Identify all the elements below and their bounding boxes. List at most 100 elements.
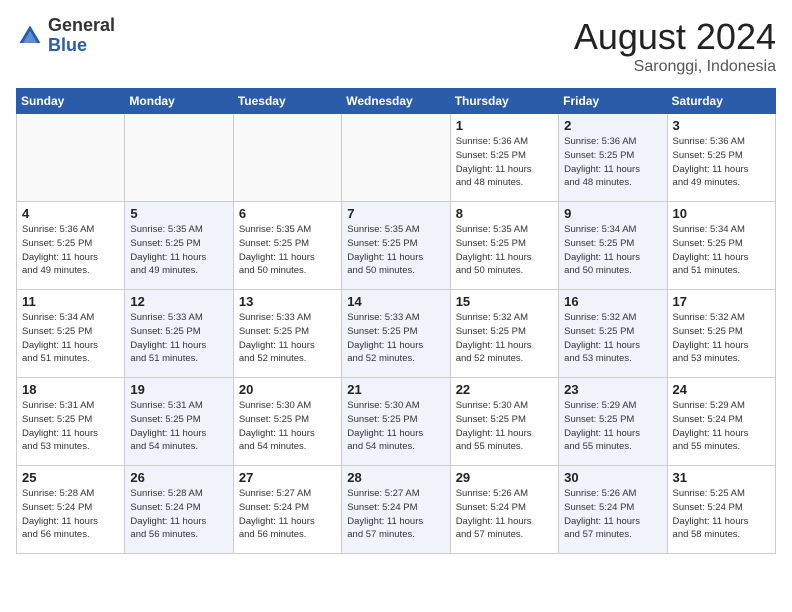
day-info: Sunrise: 5:34 AM Sunset: 5:25 PM Dayligh… <box>673 223 770 278</box>
day-header-thursday: Thursday <box>450 89 558 114</box>
calendar-cell: 6Sunrise: 5:35 AM Sunset: 5:25 PM Daylig… <box>233 202 341 290</box>
day-number: 12 <box>130 294 227 309</box>
calendar-cell: 8 Sunrise: 5:35 AM Sunset: 5:25 PM Daylig… <box>450 202 558 290</box>
day-number: 8 <box>456 206 553 221</box>
day-number: 25 <box>22 470 119 485</box>
day-number: 19 <box>130 382 227 397</box>
day-number: 20 <box>239 382 336 397</box>
calendar-cell <box>233 114 341 202</box>
day-info: Sunrise: 5:35 AM Sunset: 5:25 PM Dayligh… <box>456 223 553 278</box>
day-info: Sunrise: 5:30 AM Sunset: 5:25 PM Dayligh… <box>239 399 336 454</box>
day-number: 24 <box>673 382 770 397</box>
day-info: Sunrise: 5:26 AM Sunset: 5:24 PM Dayligh… <box>564 487 661 542</box>
day-header-saturday: Saturday <box>667 89 775 114</box>
day-info: Sunrise: 5:34 AM Sunset: 5:25 PM Dayligh… <box>564 223 661 278</box>
day-info: Sunrise: 5:36 AM Sunset: 5:25 PM Dayligh… <box>22 223 119 278</box>
day-number: 23 <box>564 382 661 397</box>
day-info: Sunrise: 5:29 AM Sunset: 5:25 PM Dayligh… <box>564 399 661 454</box>
calendar-week-5: 25 Sunrise: 5:28 AM Sunset: 5:24 PM Dayli… <box>17 466 776 554</box>
day-number: 18 <box>22 382 119 397</box>
day-number: 31 <box>673 470 770 485</box>
calendar-cell: 11 Sunrise: 5:34 AM Sunset: 5:25 PM Dayli… <box>17 290 125 378</box>
logo: General Blue <box>16 16 115 56</box>
logo-blue: Blue <box>48 36 115 56</box>
calendar-cell: 30 Sunrise: 5:26 AM Sunset: 5:24 PM Dayli… <box>559 466 667 554</box>
day-header-wednesday: Wednesday <box>342 89 450 114</box>
day-number: 11 <box>22 294 119 309</box>
calendar-cell: 28 Sunrise: 5:27 AM Sunset: 5:24 PM Dayli… <box>342 466 450 554</box>
day-number: 10 <box>673 206 770 221</box>
day-info: Sunrise: 5:31 AM Sunset: 5:25 PM Dayligh… <box>130 399 227 454</box>
calendar-cell: 25 Sunrise: 5:28 AM Sunset: 5:24 PM Dayli… <box>17 466 125 554</box>
calendar-cell: 19 Sunrise: 5:31 AM Sunset: 5:25 PM Dayli… <box>125 378 233 466</box>
day-number: 26 <box>130 470 227 485</box>
calendar-week-3: 11 Sunrise: 5:34 AM Sunset: 5:25 PM Dayli… <box>17 290 776 378</box>
day-info: Sunrise: 5:32 AM Sunset: 5:25 PM Dayligh… <box>564 311 661 366</box>
day-info: Sunrise: 5:28 AM Sunset: 5:24 PM Dayligh… <box>22 487 119 542</box>
day-info: Sunrise: 5:29 AM Sunset: 5:24 PM Dayligh… <box>673 399 770 454</box>
calendar-cell: 21Sunrise: 5:30 AM Sunset: 5:25 PM Dayli… <box>342 378 450 466</box>
calendar-cell: 2 Sunrise: 5:36 AM Sunset: 5:25 PM Daylig… <box>559 114 667 202</box>
title-month: August 2024 <box>574 16 776 58</box>
day-info: Sunrise: 5:33 AM Sunset: 5:25 PM Dayligh… <box>347 311 444 366</box>
day-info: Sunrise: 5:32 AM Sunset: 5:25 PM Dayligh… <box>456 311 553 366</box>
calendar-week-2: 4 Sunrise: 5:36 AM Sunset: 5:25 PM Daylig… <box>17 202 776 290</box>
calendar-cell: 5 Sunrise: 5:35 AM Sunset: 5:25 PM Daylig… <box>125 202 233 290</box>
day-info: Sunrise: 5:28 AM Sunset: 5:24 PM Dayligh… <box>130 487 227 542</box>
day-info: Sunrise: 5:27 AM Sunset: 5:24 PM Dayligh… <box>239 487 336 542</box>
day-info: Sunrise: 5:34 AM Sunset: 5:25 PM Dayligh… <box>22 311 119 366</box>
day-info: Sunrise: 5:36 AM Sunset: 5:25 PM Dayligh… <box>456 135 553 190</box>
day-number: 3 <box>673 118 770 133</box>
day-info: Sunrise: 5:25 AM Sunset: 5:24 PM Dayligh… <box>673 487 770 542</box>
day-number: 14 <box>347 294 444 309</box>
day-info: Sunrise: 5:26 AM Sunset: 5:24 PM Dayligh… <box>456 487 553 542</box>
calendar-cell: 12 Sunrise: 5:33 AM Sunset: 5:25 PM Dayli… <box>125 290 233 378</box>
calendar-cell: 4 Sunrise: 5:36 AM Sunset: 5:25 PM Daylig… <box>17 202 125 290</box>
calendar-cell: 10 Sunrise: 5:34 AM Sunset: 5:25 PM Dayli… <box>667 202 775 290</box>
calendar-cell: 7 Sunrise: 5:35 AM Sunset: 5:25 PM Daylig… <box>342 202 450 290</box>
logo-icon <box>16 22 44 50</box>
calendar-cell: 24 Sunrise: 5:29 AM Sunset: 5:24 PM Dayli… <box>667 378 775 466</box>
day-number: 1 <box>456 118 553 133</box>
calendar-cell: 1 Sunrise: 5:36 AM Sunset: 5:25 PM Daylig… <box>450 114 558 202</box>
day-number: 7 <box>347 206 444 221</box>
day-number: 17 <box>673 294 770 309</box>
day-info: Sunrise: 5:30 AM Sunset: 5:25 PM Dayligh… <box>456 399 553 454</box>
day-number: 21 <box>347 382 444 397</box>
day-header-friday: Friday <box>559 89 667 114</box>
calendar-cell: 17Sunrise: 5:32 AM Sunset: 5:25 PM Dayli… <box>667 290 775 378</box>
day-number: 28 <box>347 470 444 485</box>
day-number: 5 <box>130 206 227 221</box>
calendar-cell <box>125 114 233 202</box>
day-number: 30 <box>564 470 661 485</box>
calendar-cell: 31 Sunrise: 5:25 AM Sunset: 5:24 PM Dayli… <box>667 466 775 554</box>
title-block: August 2024 Saronggi, Indonesia <box>574 16 776 76</box>
day-info: Sunrise: 5:31 AM Sunset: 5:25 PM Dayligh… <box>22 399 119 454</box>
title-location: Saronggi, Indonesia <box>574 58 776 76</box>
calendar-cell: 16Sunrise: 5:32 AM Sunset: 5:25 PM Dayli… <box>559 290 667 378</box>
calendar-table: SundayMondayTuesdayWednesdayThursdayFrid… <box>16 88 776 554</box>
day-header-tuesday: Tuesday <box>233 89 341 114</box>
calendar-cell: 27Sunrise: 5:27 AM Sunset: 5:24 PM Dayli… <box>233 466 341 554</box>
calendar-week-1: 1 Sunrise: 5:36 AM Sunset: 5:25 PM Daylig… <box>17 114 776 202</box>
day-info: Sunrise: 5:33 AM Sunset: 5:25 PM Dayligh… <box>130 311 227 366</box>
day-header-monday: Monday <box>125 89 233 114</box>
day-number: 2 <box>564 118 661 133</box>
calendar-cell: 26 Sunrise: 5:28 AM Sunset: 5:24 PM Dayli… <box>125 466 233 554</box>
calendar-cell: 15 Sunrise: 5:32 AM Sunset: 5:25 PM Dayli… <box>450 290 558 378</box>
logo-text: General Blue <box>48 16 115 56</box>
day-number: 9 <box>564 206 661 221</box>
day-info: Sunrise: 5:35 AM Sunset: 5:25 PM Dayligh… <box>347 223 444 278</box>
day-number: 6 <box>239 206 336 221</box>
day-info: Sunrise: 5:36 AM Sunset: 5:25 PM Dayligh… <box>564 135 661 190</box>
calendar-cell: 18 Sunrise: 5:31 AM Sunset: 5:25 PM Dayli… <box>17 378 125 466</box>
day-number: 4 <box>22 206 119 221</box>
day-number: 29 <box>456 470 553 485</box>
day-info: Sunrise: 5:33 AM Sunset: 5:25 PM Dayligh… <box>239 311 336 366</box>
calendar-cell: 20 Sunrise: 5:30 AM Sunset: 5:25 PM Dayli… <box>233 378 341 466</box>
day-info: Sunrise: 5:27 AM Sunset: 5:24 PM Dayligh… <box>347 487 444 542</box>
day-info: Sunrise: 5:35 AM Sunset: 5:25 PM Dayligh… <box>130 223 227 278</box>
calendar-cell: 23 Sunrise: 5:29 AM Sunset: 5:25 PM Dayli… <box>559 378 667 466</box>
day-info: Sunrise: 5:36 AM Sunset: 5:25 PM Dayligh… <box>673 135 770 190</box>
day-number: 15 <box>456 294 553 309</box>
